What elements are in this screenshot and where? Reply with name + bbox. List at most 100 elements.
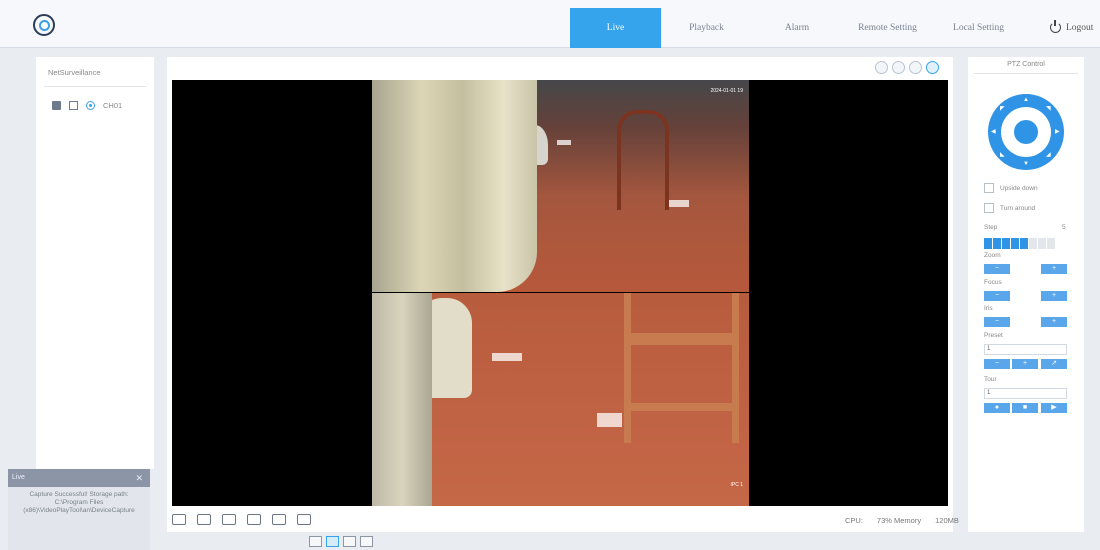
step-segment[interactable] [993, 238, 1001, 249]
preset-remove-button[interactable]: − [984, 359, 1010, 369]
snapshot-icon[interactable] [197, 514, 211, 525]
preset-goto-button[interactable]: ↗ [1041, 359, 1067, 369]
nav-playback[interactable]: Playback [661, 8, 752, 48]
iris-minus-button[interactable]: − [984, 317, 1010, 327]
ptz-left-icon[interactable]: ◀ [991, 129, 996, 135]
divider [44, 86, 146, 87]
log-message: Capture Successful! Storage path: C:\Pro… [23, 491, 135, 514]
turn-around-label: Turn around [1000, 204, 1036, 212]
view-mode-4-icon[interactable] [926, 61, 939, 74]
fullscreen-icon[interactable] [172, 514, 186, 525]
iris-label: Iris [984, 305, 993, 312]
cpu-label: CPU: [845, 516, 863, 525]
camera-status-icon[interactable] [86, 101, 95, 110]
channel-overlay: IPC 1 [730, 482, 743, 488]
chair-image [624, 293, 739, 443]
upside-down-checkbox[interactable] [984, 183, 994, 193]
step-value: 5 [1062, 224, 1066, 231]
ptz-title: PTZ Control [1007, 61, 1045, 68]
ptz-direction-wheel[interactable]: ▲ ◥ ▶ ◢ ▼ ◣ ◀ ◤ [988, 94, 1064, 170]
floor-reflection [492, 353, 522, 361]
split-16-icon[interactable] [360, 536, 373, 547]
ptz-up-left-icon[interactable]: ◤ [1000, 106, 1005, 112]
ptz-down-icon[interactable]: ▼ [1023, 161, 1029, 167]
step-segment[interactable] [1011, 238, 1019, 249]
ptz-center-button[interactable] [1014, 120, 1038, 144]
upside-down-option[interactable]: Upside down [984, 183, 1038, 193]
video-toolbar [172, 514, 311, 525]
preset-add-button[interactable]: + [1012, 359, 1038, 369]
app-logo [33, 14, 55, 36]
iris-plus-button[interactable]: + [1041, 317, 1067, 327]
curtain-image [372, 293, 432, 506]
step-segment[interactable] [1020, 238, 1028, 249]
nav-alarm[interactable]: Alarm [752, 8, 842, 48]
tour-start-button[interactable]: ● [984, 403, 1010, 413]
camera-feed-top[interactable]: 2024-01-01 19 [372, 80, 749, 292]
main-nav: Live Playback Alarm Remote Setting Local… [570, 8, 1024, 48]
ptz-up-icon[interactable]: ▲ [1023, 97, 1029, 103]
channel-label[interactable]: CH01 [103, 101, 122, 110]
focus-label: Focus [984, 279, 1002, 286]
view-mode-2-icon[interactable] [892, 61, 905, 74]
logout-label: Logout [1066, 22, 1094, 33]
divider [974, 73, 1078, 74]
nav-remote-setting[interactable]: Remote Setting [842, 8, 933, 48]
zoom-in-button[interactable]: + [1041, 264, 1067, 274]
tour-input[interactable]: 1 [984, 388, 1067, 399]
split-4-icon[interactable] [326, 536, 339, 547]
chair-image [617, 110, 669, 210]
ptz-down-right-icon[interactable]: ◢ [1046, 152, 1051, 158]
step-segment[interactable] [1047, 238, 1055, 249]
nav-local-setting[interactable]: Local Setting [933, 8, 1024, 48]
stream-select-icon[interactable] [247, 514, 261, 525]
zoom-out-button[interactable]: − [984, 264, 1010, 274]
logout-button[interactable]: Logout [1050, 20, 1094, 33]
ptz-panel: PTZ Control ▲ ◥ ▶ ◢ ▼ ◣ ◀ ◤ Upside down … [968, 57, 1084, 532]
image-settings-icon[interactable] [297, 514, 311, 525]
power-icon [1050, 20, 1061, 33]
floor-reflection [557, 140, 571, 145]
focus-plus-button[interactable]: + [1041, 291, 1067, 301]
turn-around-checkbox[interactable] [984, 203, 994, 213]
split-9-icon[interactable] [343, 536, 356, 547]
memory-label: 73% Memory [876, 516, 922, 525]
preset-input[interactable]: 1 [984, 344, 1067, 355]
channel-row[interactable]: CH01 [52, 101, 122, 110]
record-icon[interactable] [69, 101, 78, 110]
device-tree-title: NetSurveillance [48, 68, 101, 77]
split-1-icon[interactable] [309, 536, 322, 547]
system-stats: CPU: 73% Memory 120MB [845, 516, 959, 525]
step-segment[interactable] [984, 238, 992, 249]
step-segment[interactable] [1029, 238, 1037, 249]
top-bar: Live Playback Alarm Remote Setting Local… [0, 0, 1100, 48]
tour-stop-button[interactable]: ■ [1012, 403, 1038, 413]
mute-icon[interactable] [222, 514, 236, 525]
floor-reflection [667, 200, 689, 207]
split-screen-buttons [309, 536, 373, 547]
view-mode-1-icon[interactable] [875, 61, 888, 74]
view-mode-buttons [875, 61, 939, 74]
curtain-image [372, 80, 537, 292]
device-icon[interactable] [52, 101, 61, 110]
nav-live[interactable]: Live [570, 8, 661, 48]
camera-feed-bottom[interactable]: IPC 1 [372, 293, 749, 506]
upside-down-label: Upside down [1000, 184, 1038, 192]
ptz-down-left-icon[interactable]: ◣ [1000, 152, 1005, 158]
log-notification: Live ✕ Capture Successful! Storage path:… [8, 469, 150, 550]
step-label: Step [984, 224, 998, 231]
close-icon[interactable]: ✕ [135, 469, 143, 487]
step-segment[interactable] [1002, 238, 1010, 249]
view-mode-3-icon[interactable] [909, 61, 922, 74]
memory-value: 120MB [935, 516, 959, 525]
step-segment[interactable] [1038, 238, 1046, 249]
step-slider[interactable] [984, 238, 1055, 249]
focus-minus-button[interactable]: − [984, 291, 1010, 301]
tour-next-button[interactable]: ▶ [1041, 403, 1067, 413]
turn-around-option[interactable]: Turn around [984, 203, 1035, 213]
ptz-right-icon[interactable]: ▶ [1055, 129, 1060, 135]
record-icon[interactable] [272, 514, 286, 525]
device-tree-panel: NetSurveillance CH01 [36, 57, 154, 469]
zoom-label: Zoom [984, 252, 1001, 259]
ptz-up-right-icon[interactable]: ◥ [1046, 106, 1051, 112]
